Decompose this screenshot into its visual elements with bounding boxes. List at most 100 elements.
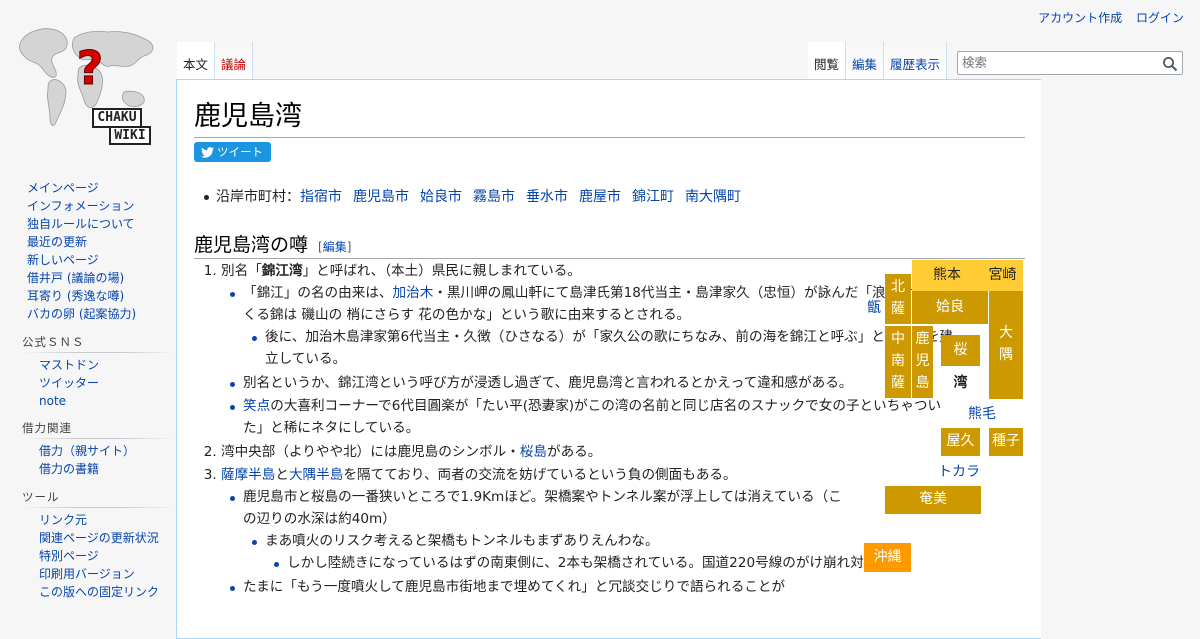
section-title: 鹿児島湾の噂 (194, 234, 309, 256)
town-link-ibusuki[interactable]: 指宿市 (300, 189, 342, 205)
map-cell-kumamoto[interactable]: 熊本 (912, 260, 982, 291)
tab-view[interactable]: 閲覧 (808, 42, 847, 80)
list-item: 別名というか、錦江湾という呼び方が浸透し過ぎて、鹿児島湾と言われるとかえって違和… (230, 372, 954, 394)
sidebar-item-rules[interactable]: 独自ルールについて (27, 216, 176, 234)
sidebar-related-heading: 借力関連 (22, 420, 176, 440)
text: 湾中央部（よりやや北）には鹿児島のシンボル・ (221, 443, 520, 460)
link-kajiki[interactable]: 加治木 (393, 285, 434, 301)
site-logo[interactable]: ? CHAKU WIKI (12, 18, 162, 152)
sidebar-item-what-links-here[interactable]: リンク元 (39, 512, 176, 530)
sidebar-item-main-page[interactable]: メインページ (27, 180, 176, 198)
link-satsuma-peninsula[interactable]: 薩摩半島 (221, 467, 275, 483)
town-link-kanoya[interactable]: 鹿屋市 (579, 189, 621, 205)
sidebar-item-books[interactable]: 借力の書籍 (39, 461, 176, 479)
list-item: 薩摩半島と大隅半島を隔てており、両者の交流を妨げているという負の側面もある。 鹿… (221, 464, 954, 598)
towns-label: 沿岸市町村： (216, 189, 300, 205)
town-link-tarumizu[interactable]: 垂水市 (526, 189, 568, 205)
town-link-kirishima[interactable]: 霧島市 (473, 189, 515, 205)
view-tabs: 閲覧 編集 履歴表示 (808, 42, 948, 80)
town-link-minamiosumi[interactable]: 南大隅町 (685, 189, 741, 205)
link-shoten[interactable]: 笑点 (243, 398, 270, 414)
sidebar-item-recent-changes[interactable]: 最近の更新 (27, 234, 176, 252)
sidebar-item-note[interactable]: note (39, 393, 176, 411)
link-osumi-peninsula[interactable]: 大隅半島 (289, 467, 343, 483)
article-body: 別名「錦江湾」と呼ばれ、（本土）県民に親しまれている。 「錦江」の名の由来は、加… (194, 260, 954, 599)
map-cell-tanegashima[interactable]: 種子 (989, 428, 1023, 456)
map-cell-kagoshima[interactable]: 鹿 児 島 (912, 326, 933, 398)
sidebar-item-special-pages[interactable]: 特別ページ (39, 548, 176, 566)
sidebar-item-information[interactable]: インフォメーション (27, 198, 176, 216)
twitter-bird-icon (201, 146, 214, 158)
sidebar-tools: ツール リンク元 関連ページの更新状況 特別ページ 印刷用バージョン この版への… (22, 489, 176, 602)
tab-article[interactable]: 本文 (177, 42, 216, 80)
town-link-aira[interactable]: 姶良市 (420, 189, 462, 205)
tab-edit-label: 編集 (852, 57, 878, 72)
list-item: 別名「錦江湾」と呼ばれ、（本土）県民に親しまれている。 「錦江」の名の由来は、加… (221, 260, 954, 439)
tab-history-label: 履歴表示 (890, 57, 941, 72)
list-item: まあ噴火のリスク考えると架橋もトンネルもまずありえんわな。 しかし陸続きになって… (252, 530, 954, 574)
tab-article-label: 本文 (183, 57, 209, 72)
map-cell-miyazaki[interactable]: 宮崎 (982, 260, 1023, 291)
sidebar-item-permalink[interactable]: この版への固定リンク (39, 584, 176, 602)
sidebar: メインページ インフォメーション 独自ルールについて 最近の更新 新しいページ … (0, 180, 176, 612)
tab-view-label: 閲覧 (814, 57, 840, 72)
bullet (204, 194, 209, 200)
map-link-koshiki[interactable]: 甑 (864, 291, 884, 323)
list-item: 鹿児島市と桜島の一番狭いところで1.9Kmほど。架橋案やトンネル案が浮上しては消… (230, 486, 954, 574)
sidebar-sns: 公式ＳＮＳ マストドン ツイッター note (22, 333, 176, 411)
create-account-link[interactable]: アカウント作成 (1038, 11, 1122, 25)
text: まあ噴火のリスク考えると架橋もトンネルもまずありえんわな。 (265, 533, 659, 550)
sidebar-item-featured[interactable]: 耳寄り (秀逸な噂) (27, 288, 176, 306)
search-icon[interactable] (1162, 56, 1178, 72)
sidebar-item-discussion[interactable]: 借井戸 (議論の場) (27, 270, 176, 288)
list-item: 湾中央部（よりやや北）には鹿児島のシンボル・桜島がある。 (221, 441, 954, 463)
tweet-button[interactable]: ツイート (194, 142, 271, 162)
section-edit: [編集] (318, 240, 351, 254)
map-cell-aira[interactable]: 姶良 (912, 291, 988, 324)
list-item: 笑点の大喜利コーナーで6代目圓楽が「たい平(恐妻家)がこの湾の名前と同じ店名のス… (230, 395, 954, 439)
town-link-kinko[interactable]: 錦江町 (632, 189, 674, 205)
tab-history[interactable]: 履歴表示 (884, 42, 948, 80)
page-title: 鹿児島湾 (194, 94, 1025, 138)
map-cell-osumi[interactable]: 大 隅 (989, 291, 1023, 399)
map-link-tokara[interactable]: トカラ (934, 458, 984, 484)
link-sakurajima[interactable]: 桜島 (520, 444, 547, 460)
map-cell-hokusatsu[interactable]: 北 薩 (885, 274, 911, 324)
map-label-wan: 湾 (953, 375, 968, 391)
sidebar-item-new-pages[interactable]: 新しいページ (27, 252, 176, 270)
sidebar-sns-heading: 公式ＳＮＳ (22, 333, 176, 353)
map-link-kumage[interactable]: 熊毛 (962, 400, 1002, 426)
logo-text: CHAKU WIKI (82, 108, 152, 146)
login-link[interactable]: ログイン (1136, 11, 1184, 25)
sidebar-item-related-changes[interactable]: 関連ページの更新状況 (39, 530, 176, 548)
region-map: 熊本 宮崎 甑 北 薩 姶良 大 隅 中 南 薩 鹿 児 島 桜 湾 熊毛 屋久… (862, 260, 1027, 580)
search-box (957, 51, 1183, 75)
map-cell-amami[interactable]: 奄美 (885, 486, 981, 514)
list-item: しかし陸続きになっているはずの南東側に、2本も架橋されている。国道220号線のが… (274, 552, 954, 574)
coastal-towns: 沿岸市町村：指宿市 鹿児島市 姶良市 霧島市 垂水市 鹿屋市 錦江町 南大隅町 (204, 186, 752, 206)
town-link-kagoshima[interactable]: 鹿児島市 (353, 189, 409, 205)
section-heading: 鹿児島湾の噂 [編集] (194, 230, 1025, 259)
map-cell-okinawa[interactable]: 沖縄 (864, 543, 911, 572)
section-edit-link[interactable]: 編集 (323, 240, 347, 254)
search-input[interactable] (958, 52, 1158, 73)
tab-talk[interactable]: 議論 (215, 42, 254, 80)
text: 」と呼ばれ、（本土）県民に親しまれている。 (302, 263, 581, 279)
tab-edit[interactable]: 編集 (846, 42, 885, 80)
section-edit-close-bracket: ] (346, 240, 352, 254)
sidebar-navigation: メインページ インフォメーション 独自ルールについて 最近の更新 新しいページ … (22, 180, 176, 324)
map-cell-chunansatsu[interactable]: 中 南 薩 (885, 326, 911, 398)
sidebar-item-parent-site[interactable]: 借力（親サイト） (39, 443, 176, 461)
text: と (275, 467, 289, 484)
map-cell-yakushima[interactable]: 屋久 (941, 428, 980, 456)
personal-tools: アカウント作成 ログイン (1028, 9, 1184, 26)
text: 「錦江」の名の由来は、 (243, 285, 393, 302)
sidebar-tools-heading: ツール (22, 489, 176, 509)
sidebar-item-printable[interactable]: 印刷用バージョン (39, 566, 176, 584)
sidebar-item-twitter[interactable]: ツイッター (39, 375, 176, 393)
sidebar-item-proposals[interactable]: バカの卵 (起案協力) (27, 306, 176, 324)
namespace-tabs: 本文 議論 (177, 42, 254, 80)
text: を隔てており、両者の交流を妨げているという負の側面もある。 (343, 467, 737, 484)
sidebar-item-mastodon[interactable]: マストドン (39, 357, 176, 375)
map-cell-sakurajima[interactable]: 桜 (941, 335, 980, 366)
